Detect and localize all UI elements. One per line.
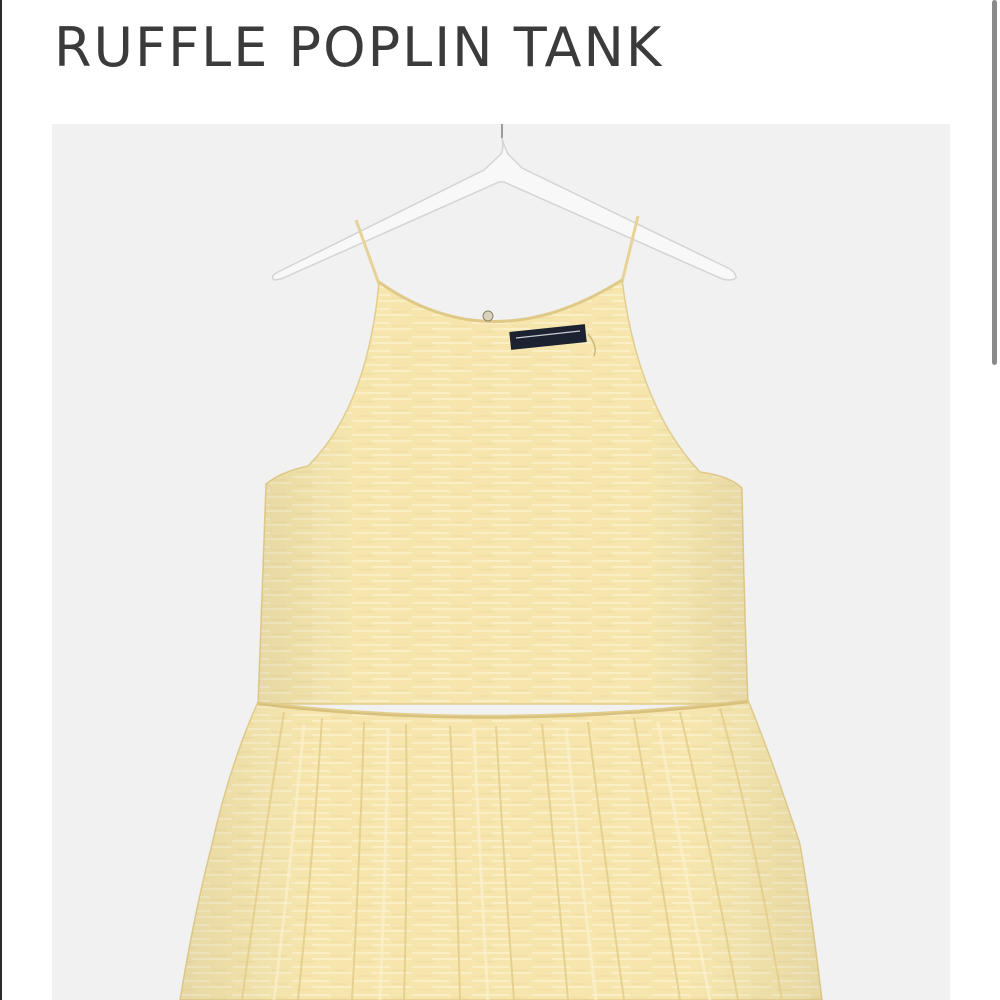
- scrollbar-thumb[interactable]: [992, 0, 997, 365]
- product-title: RUFFLE POPLIN TANK: [54, 16, 664, 79]
- product-image[interactable]: [52, 124, 950, 1000]
- button-icon: [482, 310, 494, 322]
- scrollbar[interactable]: [988, 0, 1000, 1000]
- product-page: RUFFLE POPLIN TANK: [0, 0, 1000, 1000]
- window-edge: [0, 0, 2, 1000]
- tank-illustration: [52, 124, 950, 1000]
